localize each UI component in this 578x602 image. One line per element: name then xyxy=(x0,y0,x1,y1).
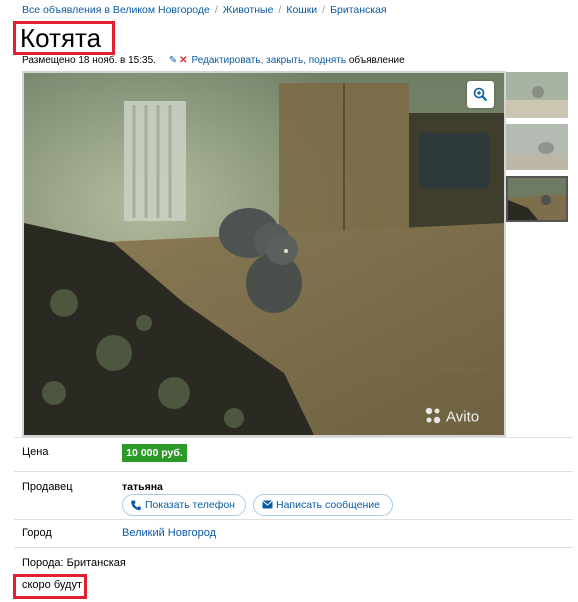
description-text: скоро будут xyxy=(22,579,82,591)
divider xyxy=(14,437,573,438)
photo-thumbnail[interactable] xyxy=(506,124,568,170)
page-title: Котята xyxy=(20,23,102,53)
city-link[interactable]: Великий Новгород xyxy=(122,527,216,539)
breadcrumb-all-listings[interactable]: Все объявления в Великом Новгороде xyxy=(22,4,210,16)
write-message-label: Написать сообщение xyxy=(276,499,380,511)
show-phone-label: Показать телефон xyxy=(145,499,235,511)
price-label: Цена xyxy=(22,446,49,458)
zoom-in-icon[interactable] xyxy=(467,81,494,108)
close-icon[interactable]: ✕ xyxy=(179,55,187,66)
edit-listing-link[interactable]: Редактировать, закрыть, поднять xyxy=(192,55,347,66)
divider xyxy=(14,547,573,548)
photo-thumbnail-selected[interactable] xyxy=(506,176,568,222)
breadcrumb-cats[interactable]: Кошки xyxy=(286,4,317,16)
seller-name: татьяна xyxy=(122,481,163,493)
envelope-icon xyxy=(262,500,273,509)
phone-icon xyxy=(131,500,141,511)
pencil-icon[interactable]: ✎ xyxy=(169,55,177,66)
breadcrumb-separator: / xyxy=(214,4,218,16)
price-badge: 10 000 руб. xyxy=(122,444,187,462)
breadcrumb-separator: / xyxy=(322,4,326,16)
main-photo[interactable] xyxy=(22,71,506,437)
divider xyxy=(14,471,573,472)
show-phone-button[interactable]: Показать телефон xyxy=(122,494,246,516)
avito-watermark: Avito xyxy=(424,405,496,432)
listing-meta: Размещено 18 нояб. в 15:35. ✎ ✕ Редактиров… xyxy=(22,55,405,66)
write-message-button[interactable]: Написать сообщение xyxy=(253,494,393,516)
photo-thumbnail[interactable] xyxy=(506,72,568,118)
avito-logo-icon xyxy=(425,407,441,424)
edit-listing-suffix: объявление xyxy=(348,55,405,66)
posted-date: Размещено 18 нояб. в 15:35. xyxy=(22,55,156,66)
seller-label: Продавец xyxy=(22,481,73,493)
breadcrumb: Все объявления в Великом Новгороде / Живот… xyxy=(22,4,387,16)
divider xyxy=(14,519,573,520)
breadcrumb-animals[interactable]: Животные xyxy=(223,4,274,16)
watermark-text: Avito xyxy=(446,409,479,426)
breadcrumb-british[interactable]: Британская xyxy=(330,4,387,16)
city-label: Город xyxy=(22,527,52,539)
breadcrumb-separator: / xyxy=(278,4,282,16)
breed-text: Порода: Британская xyxy=(22,557,126,569)
